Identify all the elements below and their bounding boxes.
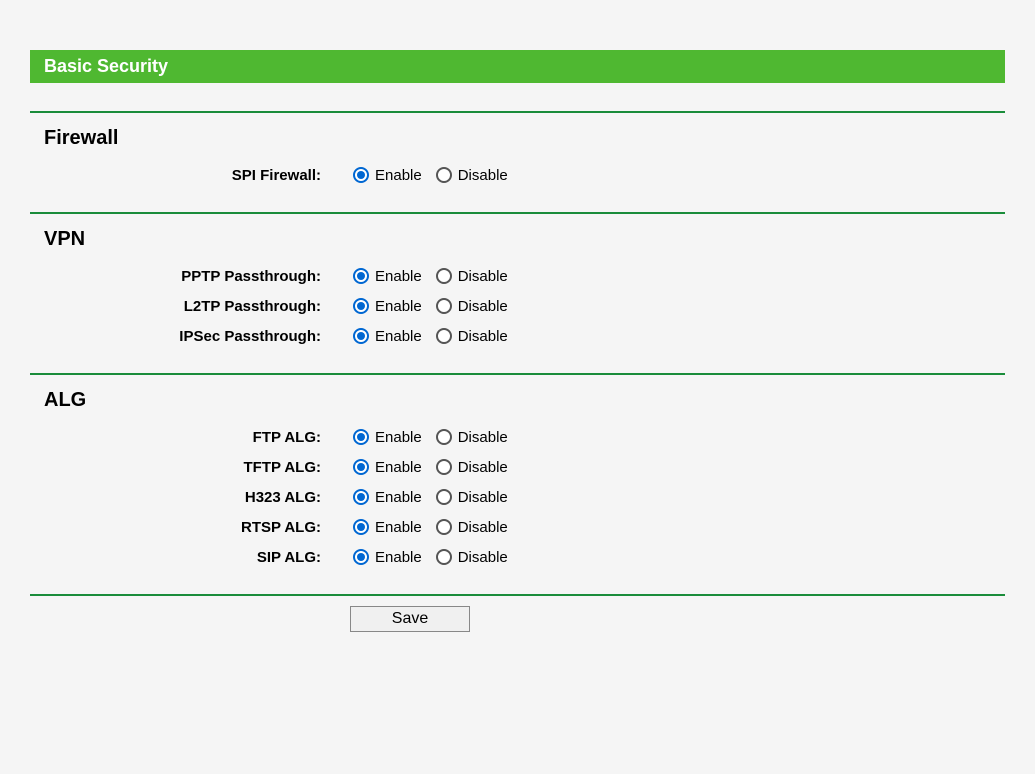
radio-tftp-enable[interactable]: [353, 459, 369, 475]
radio-label-enable: Enable: [375, 459, 422, 476]
row-h323: H323 ALG: Enable Disable: [30, 482, 1005, 512]
row-spi-firewall: SPI Firewall: Enable Disable: [30, 160, 1005, 190]
label-h323: H323 ALG:: [30, 489, 325, 506]
radio-h323-disable[interactable]: [436, 489, 452, 505]
save-button[interactable]: Save: [350, 606, 470, 632]
row-rtsp: RTSP ALG: Enable Disable: [30, 512, 1005, 542]
radio-h323-enable[interactable]: [353, 489, 369, 505]
radio-ipsec-disable[interactable]: [436, 328, 452, 344]
row-pptp: PPTP Passthrough: Enable Disable: [30, 261, 1005, 291]
label-l2tp: L2TP Passthrough:: [30, 298, 325, 315]
radio-label-enable: Enable: [375, 268, 422, 285]
radio-label-disable: Disable: [458, 167, 508, 184]
radio-pptp-disable[interactable]: [436, 268, 452, 284]
radio-ipsec-enable[interactable]: [353, 328, 369, 344]
radio-label-disable: Disable: [458, 549, 508, 566]
radio-label-enable: Enable: [375, 549, 422, 566]
radio-rtsp-disable[interactable]: [436, 519, 452, 535]
label-spi-firewall: SPI Firewall:: [30, 167, 325, 184]
label-ipsec: IPSec Passthrough:: [30, 328, 325, 345]
radio-label-enable: Enable: [375, 328, 422, 345]
radio-ftp-enable[interactable]: [353, 429, 369, 445]
radio-l2tp-enable[interactable]: [353, 298, 369, 314]
radio-label-enable: Enable: [375, 489, 422, 506]
radio-sip-enable[interactable]: [353, 549, 369, 565]
radio-spi-firewall-disable[interactable]: [436, 167, 452, 183]
radio-label-disable: Disable: [458, 268, 508, 285]
row-ipsec: IPSec Passthrough: Enable Disable: [30, 321, 1005, 351]
radio-tftp-disable[interactable]: [436, 459, 452, 475]
radio-rtsp-enable[interactable]: [353, 519, 369, 535]
row-ftp: FTP ALG: Enable Disable: [30, 422, 1005, 452]
radio-label-disable: Disable: [458, 328, 508, 345]
radio-label-disable: Disable: [458, 459, 508, 476]
radio-label-disable: Disable: [458, 519, 508, 536]
page-title: Basic Security: [30, 50, 1005, 83]
radio-pptp-enable[interactable]: [353, 268, 369, 284]
section-title-alg: ALG: [30, 375, 1005, 422]
label-tftp: TFTP ALG:: [30, 459, 325, 476]
label-rtsp: RTSP ALG:: [30, 519, 325, 536]
row-tftp: TFTP ALG: Enable Disable: [30, 452, 1005, 482]
radio-sip-disable[interactable]: [436, 549, 452, 565]
radio-l2tp-disable[interactable]: [436, 298, 452, 314]
label-sip: SIP ALG:: [30, 549, 325, 566]
radio-label-enable: Enable: [375, 429, 422, 446]
label-ftp: FTP ALG:: [30, 429, 325, 446]
label-pptp: PPTP Passthrough:: [30, 268, 325, 285]
row-l2tp: L2TP Passthrough: Enable Disable: [30, 291, 1005, 321]
section-title-firewall: Firewall: [30, 113, 1005, 160]
radio-label-enable: Enable: [375, 519, 422, 536]
radio-label-enable: Enable: [375, 167, 422, 184]
radio-label-enable: Enable: [375, 298, 422, 315]
radio-label-disable: Disable: [458, 429, 508, 446]
section-title-vpn: VPN: [30, 214, 1005, 261]
radio-label-disable: Disable: [458, 298, 508, 315]
radio-spi-firewall-enable[interactable]: [353, 167, 369, 183]
radio-label-disable: Disable: [458, 489, 508, 506]
row-sip: SIP ALG: Enable Disable: [30, 542, 1005, 572]
radio-ftp-disable[interactable]: [436, 429, 452, 445]
